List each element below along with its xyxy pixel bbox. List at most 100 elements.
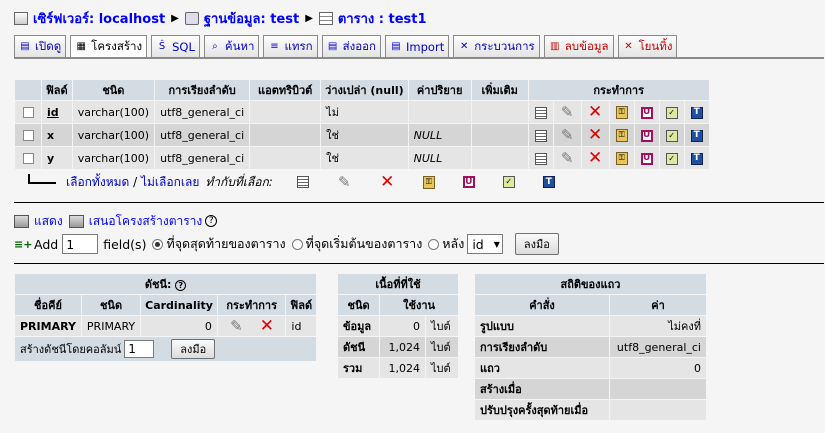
index-selected-icon[interactable]: ✓ xyxy=(502,176,515,188)
space-type: รวม xyxy=(338,358,380,378)
index-header: ชื่อคีย์ xyxy=(15,295,81,315)
add-field-count-input[interactable] xyxy=(62,234,99,254)
database-icon xyxy=(184,11,199,25)
breadcrumb-table[interactable]: ตาราง : test1 xyxy=(338,8,427,29)
indexes-caption: ดัชนี: ? xyxy=(15,274,317,294)
edit-field-icon[interactable]: ✎ xyxy=(560,150,575,166)
tab-search[interactable]: ⌕ ค้นหา xyxy=(203,35,260,57)
server-icon xyxy=(14,11,28,25)
structure-icon: ▦ xyxy=(76,40,86,52)
browse-field-icon[interactable] xyxy=(534,106,547,119)
unique-icon[interactable]: U xyxy=(640,129,653,142)
tab-structure[interactable]: ▦ โครงสร้าง xyxy=(70,35,148,57)
row-statistics-table: สถิติของแถว คำสั่ง ค่า รูปแบบ ไม่คงที่ การ… xyxy=(474,273,707,421)
tab-label: ค้นหา xyxy=(224,38,255,53)
field-action-cell: ✕ xyxy=(581,101,609,123)
tab-operations[interactable]: ✕ กระบวนการ xyxy=(453,35,540,57)
propose-structure-icon xyxy=(68,214,84,228)
unique-icon[interactable]: U xyxy=(640,106,653,119)
fulltext-selected-icon[interactable]: T xyxy=(542,176,555,188)
index-field: id xyxy=(286,316,317,336)
structure-header: กระทำการ xyxy=(528,80,709,100)
export-icon: ▤ xyxy=(327,40,338,52)
browse-field-icon[interactable] xyxy=(534,129,547,142)
primary-key-icon[interactable]: ⚿ xyxy=(615,105,628,119)
help-icon[interactable]: ? xyxy=(175,280,187,291)
row-checkbox[interactable] xyxy=(22,130,34,141)
primary-key-icon[interactable]: ⚿ xyxy=(615,151,628,165)
breadcrumb-database[interactable]: ฐานข้อมูล: test xyxy=(204,8,299,29)
browse-field-icon[interactable] xyxy=(534,152,547,165)
check-all-link[interactable]: เลือกทั้งหมด xyxy=(66,173,129,192)
field-action-cell xyxy=(528,147,553,169)
unique-selected-icon[interactable]: U xyxy=(462,176,475,188)
propose-structure-link[interactable]: เสนอโครงสร้างตาราง xyxy=(89,212,203,231)
row-stats-header-statement: คำสั่ง xyxy=(475,295,609,315)
tab-insert[interactable]: ≡ แทรก xyxy=(263,35,318,57)
select-column-header xyxy=(15,80,41,100)
drop-field-icon[interactable]: ✕ xyxy=(588,149,603,166)
row-checkbox[interactable] xyxy=(22,153,34,164)
fulltext-icon[interactable]: T xyxy=(690,106,703,119)
create-index-count-input[interactable] xyxy=(124,340,155,358)
row-stat-value xyxy=(610,379,706,399)
tab-sql[interactable]: Ŝ SQL xyxy=(151,35,200,57)
help-icon[interactable]: ? xyxy=(205,215,218,227)
uncheck-all-link[interactable]: ไม่เลือกเลย xyxy=(141,173,199,192)
add-field-go-button[interactable]: ลงมือ xyxy=(514,233,559,255)
index-type: PRIMARY xyxy=(81,316,141,336)
row-stat-label: การเรียงลำดับ xyxy=(475,337,609,357)
after-radio[interactable] xyxy=(428,238,440,250)
index-icon[interactable]: ✓ xyxy=(665,129,678,142)
tab-label: โครงสร้าง xyxy=(91,38,143,53)
delete-selected-icon[interactable]: ✕ xyxy=(380,173,395,190)
index-actions: ✎ ✕ xyxy=(217,316,286,336)
add-field-form: ≡+ Add field(s) ที่จุดสุดท้ายของตาราง ที… xyxy=(14,232,559,256)
breadcrumb-server[interactable]: เซิร์ฟเวอร์: localhost xyxy=(33,8,165,29)
print-view-link[interactable]: แสดง xyxy=(34,212,63,231)
field-attributes xyxy=(250,101,321,123)
drop-field-icon[interactable]: ✕ xyxy=(588,126,603,143)
field-type: varchar(100) xyxy=(72,147,155,169)
at-beginning-radio[interactable] xyxy=(291,238,303,250)
index-header: Cardinality xyxy=(141,295,217,315)
after-field-select[interactable]: id ▼ xyxy=(467,234,503,254)
tab-label: ส่งออก xyxy=(342,38,377,53)
field-action-cell: ⚿ xyxy=(609,124,634,146)
tab-export[interactable]: ▤ ส่งออก xyxy=(321,35,382,57)
row-stat-value: 0 xyxy=(610,358,706,378)
drop-index-icon[interactable]: ✕ xyxy=(259,317,274,334)
tab-label: ลบข้อมูล xyxy=(564,38,609,53)
row-stat-row: ปรับปรุงครั้งสุดท้ายเมื่อ xyxy=(475,400,706,420)
at-end-radio[interactable] xyxy=(152,238,164,250)
edit-selected-icon[interactable]: ✎ xyxy=(337,174,352,190)
tab-drop[interactable]: ✕ โยนทิ้ง xyxy=(617,35,678,57)
row-checkbox-cell xyxy=(15,147,41,169)
fulltext-icon[interactable]: T xyxy=(690,152,703,165)
edit-field-icon[interactable]: ✎ xyxy=(560,127,575,143)
edit-field-icon[interactable]: ✎ xyxy=(560,104,575,120)
tab-browse[interactable]: ▤ เปิดดู xyxy=(14,35,67,57)
unique-icon[interactable]: U xyxy=(640,152,653,165)
browse-selected-icon[interactable] xyxy=(296,176,309,188)
fulltext-icon[interactable]: T xyxy=(690,129,703,142)
tab-empty[interactable]: ▥ ลบข้อมูล xyxy=(543,35,614,57)
breadcrumb-arrow-icon: ▶ xyxy=(171,12,179,24)
field-default: NULL xyxy=(408,124,471,146)
edit-index-icon[interactable]: ✎ xyxy=(229,318,244,334)
space-row: รวม 1,024 ไบต์ xyxy=(338,358,458,378)
create-index-go-button[interactable]: ลงมือ xyxy=(171,339,216,359)
row-stats-header-value: ค่า xyxy=(610,295,706,315)
tab-import[interactable]: ▤ Import xyxy=(385,35,450,57)
primary-selected-icon[interactable]: ⚿ xyxy=(422,175,435,189)
index-icon[interactable]: ✓ xyxy=(665,152,678,165)
space-header-type: ชนิด xyxy=(338,295,380,315)
row-checkbox[interactable] xyxy=(22,107,34,118)
drop-field-icon[interactable]: ✕ xyxy=(588,103,603,120)
with-selected-label: ทำกับที่เลือก: xyxy=(205,174,273,189)
primary-key-icon[interactable]: ⚿ xyxy=(615,128,628,142)
index-icon[interactable]: ✓ xyxy=(665,106,678,119)
index-key-name: PRIMARY xyxy=(15,316,81,336)
index-header: ชนิด xyxy=(81,295,141,315)
row-stat-value: ไม่คงที่ xyxy=(610,316,706,336)
